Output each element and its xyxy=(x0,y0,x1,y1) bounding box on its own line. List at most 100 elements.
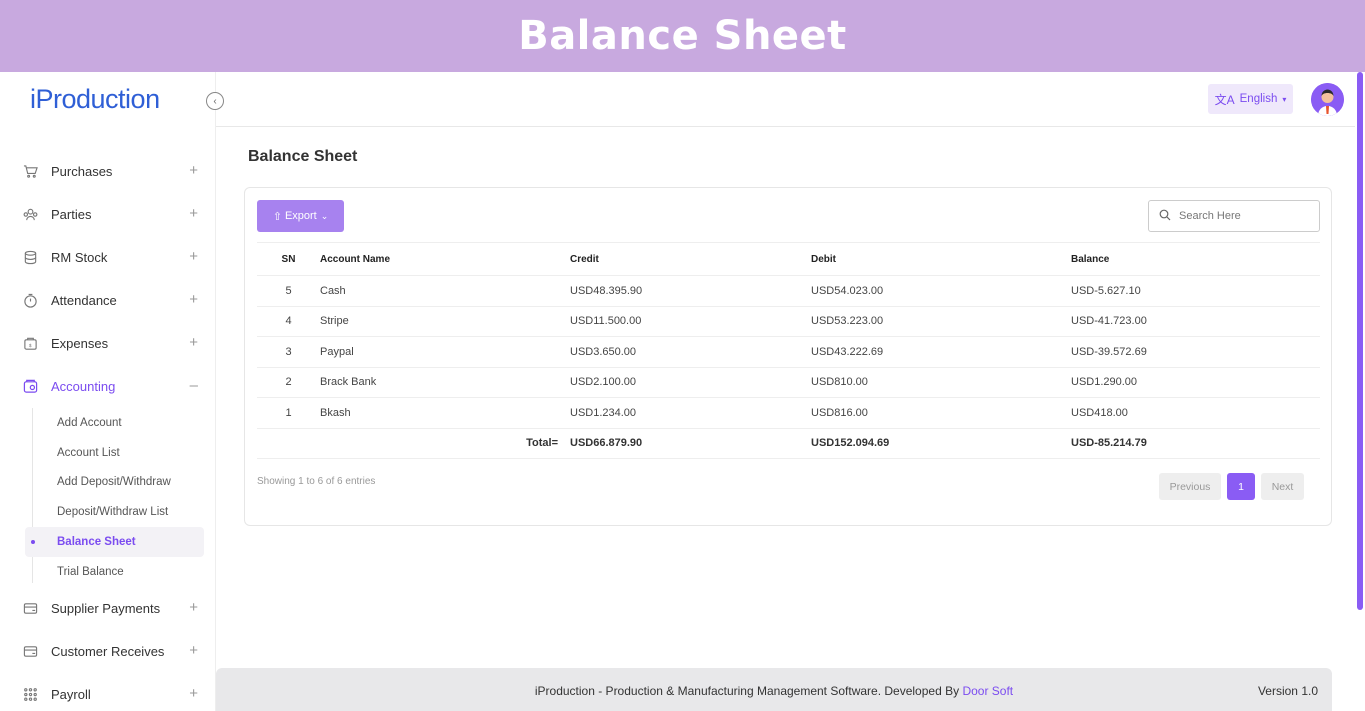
accounting-icon xyxy=(22,378,39,395)
cell-balance: USD418.00 xyxy=(1071,397,1320,429)
cell-sn: 3 xyxy=(257,336,320,368)
sidebar-item-supplier-payments[interactable]: Supplier Payments + xyxy=(0,587,216,630)
sidebar-item-label: Expenses xyxy=(51,336,109,351)
scrollbar-thumb[interactable] xyxy=(1357,72,1363,610)
plus-icon[interactable]: + xyxy=(189,334,198,351)
app-logo[interactable]: iProduction xyxy=(30,84,160,115)
pagination-info: Showing 1 to 6 of 6 entries xyxy=(257,476,376,487)
submenu-item-add-account[interactable]: Add Account xyxy=(0,408,216,438)
search-icon xyxy=(1159,209,1171,224)
column-header-account-name[interactable]: Account Name xyxy=(320,242,570,276)
cell-balance: USD-5.627.10 xyxy=(1071,275,1320,307)
sidebar-item-expenses[interactable]: $ Expenses + xyxy=(0,322,216,365)
footer-credit-text: iProduction - Production & Manufacturing… xyxy=(534,684,960,698)
cell-account-name: Cash xyxy=(320,275,570,307)
balance-sheet-table: SN Account Name Credit Debit Balance 5 C… xyxy=(257,242,1320,459)
cell-credit: USD3.650.00 xyxy=(570,336,811,368)
search-input[interactable] xyxy=(1179,210,1309,222)
footer-version: Version 1.0 xyxy=(1257,684,1318,698)
cell-debit: USD810.00 xyxy=(811,367,1071,398)
upload-icon: ⇧ xyxy=(272,210,282,223)
cell-sn: 2 xyxy=(257,367,320,398)
column-header-balance[interactable]: Balance xyxy=(1071,242,1320,276)
translate-icon: 文A xyxy=(1214,92,1235,107)
cell-account-name: Paypal xyxy=(320,336,570,368)
table-row: 2 Brack Bank USD2.100.00 USD810.00 USD1.… xyxy=(257,367,1320,398)
table-row: 3 Paypal USD3.650.00 USD43.222.69 USD-39… xyxy=(257,336,1320,368)
submenu-item-label: Balance Sheet xyxy=(57,536,136,549)
cell-credit: USD1.234.00 xyxy=(570,397,811,429)
cell-account-name: Stripe xyxy=(320,306,570,337)
table-row: 5 Cash USD48.395.90 USD54.023.00 USD-5.6… xyxy=(257,275,1320,307)
cell-debit: USD816.00 xyxy=(811,397,1071,429)
sidebar-item-label: Accounting xyxy=(51,379,116,394)
sidebar-item-attendance[interactable]: Attendance + xyxy=(0,279,216,322)
cart-icon xyxy=(22,163,39,180)
sidebar-item-label: Attendance xyxy=(51,293,117,308)
sidebar-item-accounting[interactable]: Accounting – xyxy=(0,365,216,408)
cell-balance: USD1.290.00 xyxy=(1071,367,1320,398)
accounting-submenu: Add Account Account List Add Deposit/Wit… xyxy=(0,408,216,587)
sidebar-item-rm-stock[interactable]: RM Stock + xyxy=(0,236,216,279)
cell-account-name: Bkash xyxy=(320,397,570,429)
plus-icon[interactable]: + xyxy=(189,599,198,616)
card-icon xyxy=(22,600,39,617)
plus-icon[interactable]: + xyxy=(189,162,198,179)
sidebar-item-customer-receives[interactable]: Customer Receives + xyxy=(0,630,216,673)
plus-icon[interactable]: + xyxy=(189,248,198,265)
sidebar-item-purchases[interactable]: Purchases + xyxy=(0,150,216,193)
cell-sn: 4 xyxy=(257,306,320,337)
submenu-item-deposit-withdraw-list[interactable]: Deposit/Withdraw List xyxy=(0,497,216,527)
total-credit: USD66.879.90 xyxy=(570,428,811,459)
next-page-button[interactable]: Next xyxy=(1261,473,1304,500)
cell-balance: USD-41.723.00 xyxy=(1071,306,1320,337)
sidebar-item-payroll[interactable]: Payroll + xyxy=(0,673,216,711)
submenu-item-add-deposit-withdraw[interactable]: Add Deposit/Withdraw xyxy=(0,468,216,498)
footer-text: iProduction - Production & Manufacturing… xyxy=(216,684,1332,698)
wallet-icon: $ xyxy=(22,335,39,352)
previous-page-button[interactable]: Previous xyxy=(1159,473,1221,500)
table-row: 4 Stripe USD11.500.00 USD53.223.00 USD-4… xyxy=(257,306,1320,337)
footer: iProduction - Production & Manufacturing… xyxy=(216,668,1332,711)
plus-icon[interactable]: + xyxy=(189,642,198,659)
caret-down-icon: ▾ xyxy=(1282,94,1287,104)
plus-icon[interactable]: + xyxy=(189,291,198,308)
language-selector[interactable]: 文A English ▾ xyxy=(1208,84,1293,114)
page-banner: Balance Sheet xyxy=(0,0,1365,72)
database-icon xyxy=(22,249,39,266)
avatar[interactable] xyxy=(1311,83,1344,116)
language-label: English xyxy=(1239,93,1278,105)
column-header-credit[interactable]: Credit xyxy=(570,242,811,276)
plus-icon[interactable]: + xyxy=(189,205,198,222)
sidebar-item-parties[interactable]: Parties + xyxy=(0,193,216,236)
cell-sn: 1 xyxy=(257,397,320,429)
submenu-item-account-list[interactable]: Account List xyxy=(0,438,216,468)
banner-title: Balance Sheet xyxy=(518,13,847,59)
cell-sn: 5 xyxy=(257,275,320,307)
total-label: Total= xyxy=(257,428,570,459)
cell-debit: USD53.223.00 xyxy=(811,306,1071,337)
cell-account-name: Brack Bank xyxy=(320,367,570,398)
balance-sheet-card: ⇧ Export ⌄ SN Account Name Credit Debit … xyxy=(244,187,1332,526)
search-field[interactable] xyxy=(1148,200,1320,232)
cell-credit: USD11.500.00 xyxy=(570,306,811,337)
column-header-sn[interactable]: SN xyxy=(257,242,320,276)
column-header-debit[interactable]: Debit xyxy=(811,242,1071,276)
sidebar-item-label: Payroll xyxy=(51,686,91,702)
topbar: 文A English ▾ xyxy=(216,72,1356,127)
sidebar-item-label: Supplier Payments xyxy=(51,600,161,616)
total-debit: USD152.094.69 xyxy=(811,428,1071,459)
export-label: Export xyxy=(284,210,317,222)
footer-developer-link[interactable]: Door Soft xyxy=(962,684,1013,698)
plus-icon[interactable]: + xyxy=(189,685,198,702)
chevron-down-icon: ⌄ xyxy=(320,210,329,221)
export-button[interactable]: ⇧ Export ⌄ xyxy=(257,200,344,232)
submenu-item-trial-balance[interactable]: Trial Balance xyxy=(0,557,216,587)
minus-icon[interactable]: – xyxy=(190,377,198,394)
collapse-sidebar-icon[interactable]: ‹ xyxy=(206,92,224,110)
submenu-item-balance-sheet[interactable]: Balance Sheet xyxy=(25,527,204,557)
page-title: Balance Sheet xyxy=(248,148,358,165)
sidebar-nav: Purchases + Parties + RM Stock + Attenda… xyxy=(0,150,216,711)
page-number-button[interactable]: 1 xyxy=(1227,473,1255,500)
users-icon xyxy=(22,206,39,223)
